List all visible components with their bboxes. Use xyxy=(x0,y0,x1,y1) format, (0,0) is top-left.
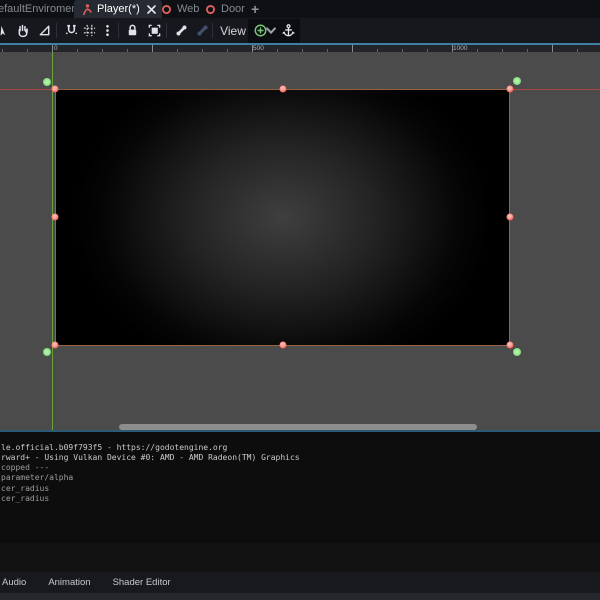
log-line: rward+ - Using Vulkan Device #0: AMD - A… xyxy=(1,452,300,462)
group-icon[interactable] xyxy=(143,20,165,41)
toolbar-separator xyxy=(166,23,167,38)
bone-icon[interactable] xyxy=(170,20,192,41)
toolbar-separator xyxy=(212,23,213,38)
output-log-lower-band xyxy=(0,542,600,572)
2d-editor-toolbar: View xyxy=(0,18,600,43)
tab-label: Door xyxy=(221,3,245,15)
tab-label: efaultEnviroment xyxy=(0,3,81,15)
log-line: cer_radius xyxy=(1,493,50,503)
bottom-panel-animation[interactable]: Animation xyxy=(48,577,90,588)
2d-viewport-canvas[interactable] xyxy=(0,52,600,430)
close-icon[interactable] xyxy=(146,4,156,14)
bottom-panel-shader-editor[interactable]: Shader Editor xyxy=(113,577,171,588)
selection-handle-bottom-center[interactable] xyxy=(279,341,286,349)
selection-handle-bottom-left[interactable] xyxy=(51,341,59,349)
new-scene-tab-button[interactable]: + xyxy=(251,0,259,18)
tab-web[interactable]: Web xyxy=(160,0,199,18)
tab-label: Web xyxy=(177,3,200,15)
horizontal-ruler: 0 500 1000 xyxy=(0,45,600,52)
selection-handle-top-left[interactable] xyxy=(51,85,59,93)
toolbar-separator xyxy=(56,23,57,38)
origin-axis-y-green xyxy=(52,52,53,430)
tab-label: Player(*) xyxy=(97,3,140,15)
snap-options-icon[interactable] xyxy=(96,20,118,41)
anchor-marker-top-left[interactable] xyxy=(43,77,51,86)
tab-default-environment[interactable]: efaultEnviroment xyxy=(0,0,81,18)
ruler-label: 500 xyxy=(253,44,264,52)
selection-handle-middle-left[interactable] xyxy=(51,213,59,221)
skeleton-options-icon[interactable] xyxy=(191,20,213,41)
log-line: copped --- xyxy=(1,463,50,473)
character-icon xyxy=(80,3,93,16)
anchor-marker-bottom-left[interactable] xyxy=(43,348,51,356)
log-line: cer_radius xyxy=(1,483,50,493)
selection-handle-top-center[interactable] xyxy=(279,85,286,93)
node3d-icon xyxy=(204,3,217,16)
view-menu[interactable]: View xyxy=(216,20,250,41)
lock-icon[interactable] xyxy=(121,20,143,41)
output-log-text: le.official.b09f793f5 - https://godoteng… xyxy=(1,443,300,505)
tab-player[interactable]: Player(*) xyxy=(74,0,162,18)
selection-handle-middle-right[interactable] xyxy=(506,213,514,221)
selection-handle-bottom-right[interactable] xyxy=(506,341,514,349)
ruler-label: 0 xyxy=(54,44,58,52)
bottom-panel-bar: Audio Animation Shader Editor xyxy=(0,572,600,593)
anchor-tools-panel xyxy=(248,19,300,43)
bottom-panel-audio[interactable]: Audio xyxy=(2,577,26,588)
pan-mode-icon[interactable] xyxy=(11,20,33,41)
selection-handle-top-right[interactable] xyxy=(506,85,514,93)
anchor-marker-top-right[interactable] xyxy=(513,77,521,85)
scene-tab-bar: efaultEnviroment Player(*) Web Door + xyxy=(0,0,600,18)
selected-node-texture[interactable] xyxy=(54,88,510,346)
ruler-label: 1000 xyxy=(453,44,468,52)
chevron-down-icon[interactable] xyxy=(265,20,277,41)
anchor-icon[interactable] xyxy=(277,20,299,41)
anchor-marker-bottom-right[interactable] xyxy=(513,348,521,356)
bottom-strip xyxy=(0,593,600,600)
ruler-mode-icon[interactable] xyxy=(33,20,55,41)
log-line: le.official.b09f793f5 - https://godoteng… xyxy=(1,442,228,452)
output-log-panel: le.official.b09f793f5 - https://godoteng… xyxy=(0,431,600,572)
list-select-mode-icon[interactable] xyxy=(0,20,11,41)
godot-editor: efaultEnviroment Player(*) Web Door + Vi… xyxy=(0,0,600,600)
tab-door[interactable]: Door xyxy=(204,0,245,18)
toolbar-separator xyxy=(118,23,119,38)
log-line: parameter/alpha xyxy=(1,473,74,483)
node3d-icon xyxy=(160,3,173,16)
